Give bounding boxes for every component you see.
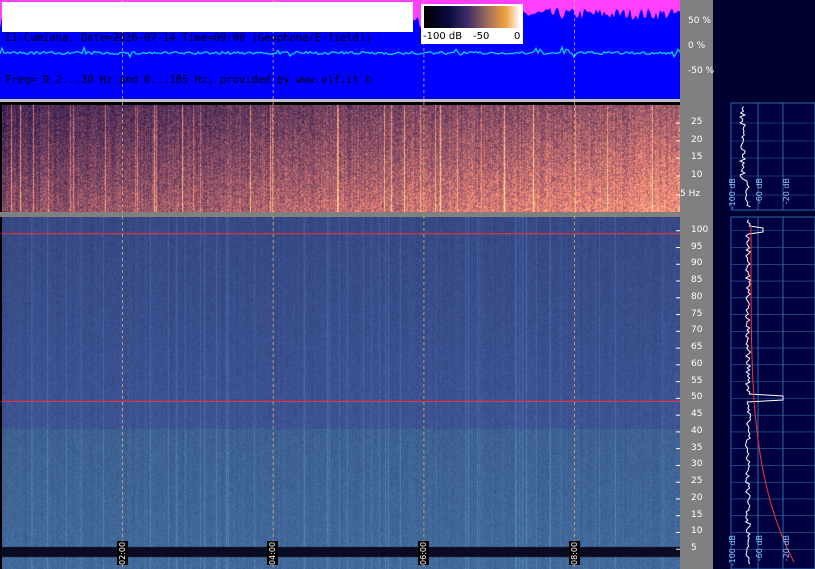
profile-db-label: -20 dB — [782, 178, 791, 205]
colorbar-tick-min: -100 dB — [423, 31, 463, 42]
time-label: 08:00 — [568, 541, 580, 565]
panel-divider — [0, 212, 680, 217]
profile-db-label: -60 dB — [755, 178, 764, 205]
main-ytick: 10 — [691, 526, 703, 537]
profile-db-label: -100 dB — [728, 535, 737, 567]
main-ytick: 35 — [691, 442, 703, 453]
main-ytick: 15 — [691, 509, 703, 520]
colorbar: -100 dB -50 0 — [421, 4, 523, 44]
lowfreq-profile-frame — [730, 102, 815, 211]
vlf-monitor: I1-Cumiana, Date=2026-07-14 Time=09:00 (… — [0, 0, 815, 569]
colorbar-gradient — [424, 6, 520, 28]
main-ytick: 40 — [691, 425, 703, 436]
main-ytick: 75 — [691, 308, 703, 319]
main-ytick: 30 — [691, 459, 703, 470]
profile-db-label: -60 dB — [755, 535, 764, 562]
colorbar-tick-mid: -50 — [473, 31, 490, 42]
lowfreq-ytick: 25 — [691, 117, 703, 127]
spectral-profile-panel — [713, 0, 815, 569]
waveform-ytick: -50 % — [688, 66, 715, 76]
lowfreq-ytick: 5 Hz — [680, 189, 701, 199]
waveform-ytick: 50 % — [688, 16, 711, 26]
colorbar-tick-max: 0 — [514, 31, 521, 42]
main-ytick: 100 — [691, 224, 709, 235]
time-label: 06:00 — [417, 541, 429, 565]
main-ytick: 45 — [691, 409, 703, 420]
title-line-2: Freq= 0.2...30 Hz and 0...105 Hz, provid… — [5, 74, 372, 86]
main-ytick: 80 — [691, 291, 703, 302]
main-ytick: 95 — [691, 241, 703, 252]
lowfreq-ytick: 10 — [691, 170, 703, 180]
title-header: I1-Cumiana, Date=2026-07-14 Time=09:00 (… — [2, 2, 413, 86]
time-label: 02:00 — [116, 541, 128, 565]
profile-db-label: -100 dB — [728, 178, 737, 210]
main-ytick: 65 — [691, 342, 703, 353]
main-ytick: 20 — [691, 492, 703, 503]
time-label: 04:00 — [267, 541, 279, 565]
main-ytick: 70 — [691, 325, 703, 336]
main-ytick: 50 — [691, 392, 703, 403]
lowfreq-ytick: 15 — [691, 152, 703, 162]
main-ytick: 85 — [691, 275, 703, 286]
main-ytick: 90 — [691, 258, 703, 269]
main-ytick: 25 — [691, 476, 703, 487]
profile-db-label: -20 dB — [782, 535, 791, 562]
main-profile-frame — [730, 216, 815, 569]
main-ytick: 60 — [691, 358, 703, 369]
main-ytick: 5 — [691, 543, 697, 554]
waveform-ytick: 0 % — [688, 41, 706, 51]
main-ytick: 55 — [691, 375, 703, 386]
title-line-1: I1-Cumiana, Date=2026-07-14 Time=09:00 (… — [5, 32, 372, 44]
lowfreq-ytick: 20 — [691, 135, 703, 145]
